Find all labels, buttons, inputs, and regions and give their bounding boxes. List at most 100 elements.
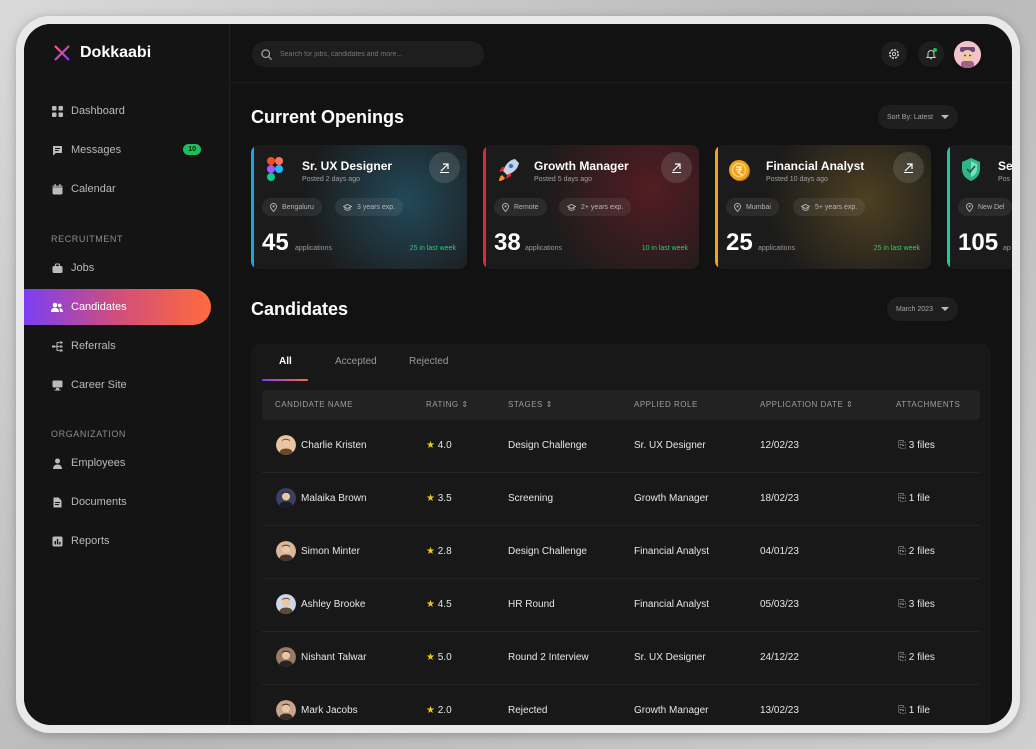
sidebar-item-label: Career Site bbox=[71, 379, 127, 391]
search-input[interactable] bbox=[280, 50, 470, 58]
card-accent-bar bbox=[251, 145, 254, 269]
month-filter-dropdown[interactable]: March 2023 bbox=[887, 297, 958, 321]
candidates-title: Candidates bbox=[251, 299, 349, 319]
candidate-avatar bbox=[276, 594, 296, 614]
table-row[interactable]: Simon Minter ★ 2.8 Design Challenge Financi… bbox=[262, 526, 980, 579]
candidate-name[interactable]: Ashley Brooke bbox=[301, 599, 365, 610]
open-job-button[interactable] bbox=[429, 152, 460, 183]
open-job-button[interactable] bbox=[893, 152, 924, 183]
job-card-growth-manager[interactable]: Growth Manager Posted 5 days ago Remote … bbox=[483, 145, 699, 269]
attachments-cell[interactable]: ⎘ 1 file bbox=[898, 493, 930, 504]
rocket-icon bbox=[499, 159, 519, 181]
tab-accepted[interactable]: Accepted bbox=[335, 356, 377, 367]
star-icon: ★ bbox=[426, 546, 435, 557]
candidate-name[interactable]: Charlie Kristen bbox=[301, 440, 367, 451]
stage-cell: Design Challenge bbox=[508, 440, 587, 451]
role-cell: Growth Manager bbox=[634, 705, 709, 716]
candidates-table-panel: All Accepted Rejected CANDIDATE NAME RAT… bbox=[251, 344, 991, 725]
attachments-cell[interactable]: ⎘ 2 files bbox=[898, 652, 935, 663]
rating-cell: ★ 4.0 bbox=[426, 440, 452, 451]
sidebar-item-reports[interactable]: Reports bbox=[24, 523, 211, 559]
candidate-name[interactable]: Nishant Talwar bbox=[301, 652, 366, 663]
sidebar-item-employees[interactable]: Employees bbox=[24, 445, 211, 481]
column-header-rating[interactable]: RATING ⇕ bbox=[426, 400, 469, 409]
candidate-avatar bbox=[276, 541, 296, 561]
location-text: New Del bbox=[978, 203, 1005, 211]
candidate-avatar bbox=[276, 647, 296, 667]
location-chip: Bengaluru bbox=[262, 198, 322, 216]
posted-date: Posted 10 days ago bbox=[766, 176, 828, 183]
date-cell: 12/02/23 bbox=[760, 440, 799, 451]
sort-label: Sort By: Latest bbox=[887, 113, 933, 121]
applications-label: applications bbox=[295, 245, 332, 252]
column-header-role[interactable]: APPLIED ROLE bbox=[634, 400, 698, 409]
attachments-cell[interactable]: ⎘ 3 files bbox=[898, 599, 935, 610]
candidate-name[interactable]: Malaika Brown bbox=[301, 493, 367, 504]
job-card-financial-analyst[interactable]: Financial Analyst Posted 10 days ago Mum… bbox=[715, 145, 931, 269]
column-header-name[interactable]: CANDIDATE NAME bbox=[275, 400, 353, 409]
location-chip: Remote bbox=[494, 198, 547, 216]
sort-icon: ⇕ bbox=[846, 400, 854, 409]
arrow-up-right-icon bbox=[904, 163, 913, 173]
sidebar-item-career-site[interactable]: Career Site bbox=[24, 367, 211, 403]
location-pin-icon bbox=[502, 202, 509, 212]
rating-value: 4.5 bbox=[437, 599, 452, 610]
open-job-button[interactable] bbox=[661, 152, 692, 183]
candidate-name[interactable]: Mark Jacobs bbox=[301, 705, 358, 716]
candidate-name[interactable]: Simon Minter bbox=[301, 546, 360, 557]
table-row[interactable]: Malaika Brown ★ 3.5 Screening Growth Manage… bbox=[262, 473, 980, 526]
app-logo[interactable]: Dokkaabi bbox=[52, 43, 151, 63]
sort-dropdown[interactable]: Sort By: Latest bbox=[878, 105, 958, 129]
rating-cell: ★ 3.5 bbox=[426, 493, 452, 504]
role-cell: Financial Analyst bbox=[634, 546, 710, 557]
column-header-attachments[interactable]: ATTACHMENTS bbox=[896, 400, 960, 409]
table-row[interactable]: Ashley Brooke ★ 4.5 HR Round Financial Anal… bbox=[262, 579, 980, 632]
applications-count: 45 bbox=[262, 229, 289, 256]
applications-label: ap bbox=[1003, 245, 1011, 252]
month-filter-label: March 2023 bbox=[896, 305, 933, 313]
sidebar-item-dashboard[interactable]: Dashboard bbox=[24, 93, 211, 129]
location-text: Remote bbox=[514, 203, 539, 211]
date-cell: 24/12/22 bbox=[760, 652, 799, 663]
column-header-date[interactable]: APPLICATION DATE ⇕ bbox=[760, 400, 853, 409]
sidebar-item-label: Employees bbox=[71, 457, 126, 469]
sidebar-item-calendar[interactable]: Calendar bbox=[24, 171, 211, 207]
attachments-cell[interactable]: ⎘ 3 files bbox=[898, 440, 935, 451]
attachments-cell[interactable]: ⎘ 2 files bbox=[898, 546, 935, 557]
sidebar-item-label: Candidates bbox=[71, 301, 127, 313]
table-row[interactable]: Mark Jacobs ★ 2.0 Rejected Growth Manager 13… bbox=[262, 685, 980, 725]
sidebar-item-candidates[interactable]: Candidates bbox=[24, 289, 211, 325]
sidebar-item-documents[interactable]: Documents bbox=[24, 484, 211, 520]
settings-button[interactable] bbox=[881, 41, 907, 67]
table-row[interactable]: Nishant Talwar ★ 5.0 Round 2 Interview Sr. … bbox=[262, 632, 980, 685]
avatar-illustration-icon bbox=[954, 41, 981, 68]
job-card-ux-designer[interactable]: Sr. UX Designer Posted 2 days ago Bengal… bbox=[251, 145, 467, 269]
sidebar-item-jobs[interactable]: Jobs bbox=[24, 250, 211, 286]
job-card-partial[interactable]: Se Pos New Del 105 ap bbox=[947, 145, 1012, 269]
search-icon bbox=[261, 48, 272, 60]
star-icon: ★ bbox=[426, 599, 435, 610]
tab-all[interactable]: All bbox=[279, 356, 292, 367]
tab-rejected[interactable]: Rejected bbox=[409, 356, 448, 367]
openings-title: Current Openings bbox=[251, 107, 405, 127]
star-icon: ★ bbox=[426, 705, 435, 716]
sidebar-item-referrals[interactable]: Referrals bbox=[24, 328, 211, 364]
sidebar-item-messages[interactable]: Messages 10 bbox=[24, 132, 211, 168]
attachments-cell[interactable]: ⎘ 1 file bbox=[898, 705, 930, 716]
user-icon bbox=[51, 457, 63, 469]
posted-date: Posted 5 days ago bbox=[534, 176, 592, 183]
referral-tree-icon bbox=[51, 340, 63, 352]
table-row[interactable]: Charlie Kristen ★ 4.0 Design Challenge Sr. … bbox=[262, 420, 980, 473]
job-title: Growth Manager bbox=[534, 159, 629, 173]
notifications-button[interactable] bbox=[918, 41, 944, 67]
app-screen: Dokkaabi Dashboard Messages 10 Calendar … bbox=[24, 24, 1012, 725]
user-avatar[interactable] bbox=[954, 41, 981, 68]
weekly-applications: 25 in last week bbox=[409, 245, 456, 252]
stage-cell: Design Challenge bbox=[508, 546, 587, 557]
column-header-label: RATING bbox=[426, 400, 459, 409]
sort-icon: ⇕ bbox=[545, 400, 553, 409]
attachments-count: 1 file bbox=[908, 493, 930, 504]
column-header-stages[interactable]: STAGES ⇕ bbox=[508, 400, 553, 409]
search-bar[interactable] bbox=[252, 41, 484, 67]
stage-cell: HR Round bbox=[508, 599, 555, 610]
